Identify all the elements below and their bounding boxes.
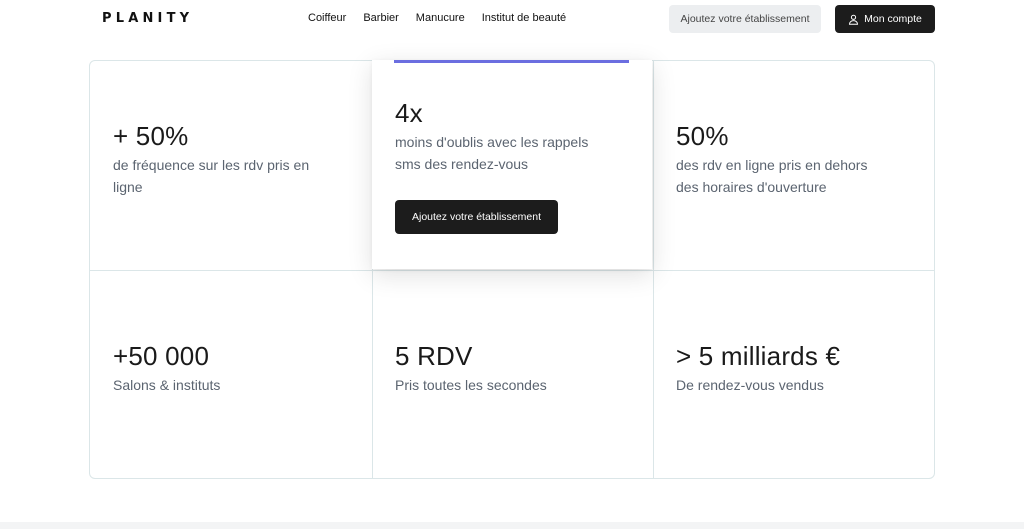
add-business-label: Ajoutez votre établissement xyxy=(412,211,541,223)
stat-description: Pris toutes les secondes xyxy=(395,377,547,393)
main-nav: Coiffeur Barbier Manucure Institut de be… xyxy=(308,12,566,24)
stat-description-line: des horaires d'ouverture xyxy=(676,179,827,195)
nav-item-institut[interactable]: Institut de beauté xyxy=(482,12,566,24)
nav-item-barbier[interactable]: Barbier xyxy=(363,12,398,24)
add-business-header-label: Ajoutez votre établissement xyxy=(680,13,810,25)
stat-value: > 5 milliards € xyxy=(676,341,841,371)
add-business-button[interactable]: Ajoutez votre établissement xyxy=(395,200,558,234)
stat-description-line: des rdv en ligne pris en dehors xyxy=(676,157,868,173)
add-business-header-button[interactable]: Ajoutez votre établissement xyxy=(669,5,821,33)
stat-description-line: sms des rendez-vous xyxy=(395,156,529,172)
stat-card-rdv-per-second: 5 RDV Pris toutes les secondes xyxy=(395,341,547,396)
account-label: Mon compte xyxy=(864,13,922,25)
stat-card-after-hours: 50% des rdv en ligne pris en dehors des … xyxy=(676,121,867,198)
stat-value: + 50% xyxy=(113,121,189,151)
accent-bar xyxy=(394,60,629,63)
nav-item-coiffeur[interactable]: Coiffeur xyxy=(308,12,346,24)
stat-card-revenue: > 5 milliards € De rendez-vous vendus xyxy=(676,341,840,396)
stat-description: moins d'oublis avec les rappels sms des … xyxy=(395,131,588,175)
account-button[interactable]: Mon compte xyxy=(835,5,935,33)
stat-value: 5 RDV xyxy=(395,341,473,371)
stat-card-salons: +50 000 Salons & instituts xyxy=(113,341,220,396)
stat-value: 50% xyxy=(676,121,729,151)
user-icon xyxy=(849,14,859,25)
featured-stat-card: 4x moins d'oublis avec les rappels sms d… xyxy=(372,60,652,269)
site-header: PLANITY Coiffeur Barbier Manucure Instit… xyxy=(0,0,1024,38)
stat-description-line: de fréquence sur les rdv pris en xyxy=(113,157,310,173)
nav-item-manucure[interactable]: Manucure xyxy=(416,12,465,24)
stat-description-line: moins d'oublis avec les rappels xyxy=(395,134,589,150)
stat-description: De rendez-vous vendus xyxy=(676,377,824,393)
stat-description: de fréquence sur les rdv pris en ligne xyxy=(113,154,309,198)
featured-stat-content: 4x moins d'oublis avec les rappels sms d… xyxy=(395,98,588,175)
footer-edge xyxy=(0,522,1024,529)
stat-description: Salons & instituts xyxy=(113,377,221,393)
stat-description-line: ligne xyxy=(113,179,143,195)
stat-description: des rdv en ligne pris en dehors des hora… xyxy=(676,154,867,198)
planity-logo[interactable]: PLANITY xyxy=(102,11,193,26)
stat-value: 4x xyxy=(395,98,423,128)
stat-card-frequency: + 50% de fréquence sur les rdv pris en l… xyxy=(113,121,309,198)
grid-divider xyxy=(90,270,934,271)
stat-value: +50 000 xyxy=(113,341,210,371)
